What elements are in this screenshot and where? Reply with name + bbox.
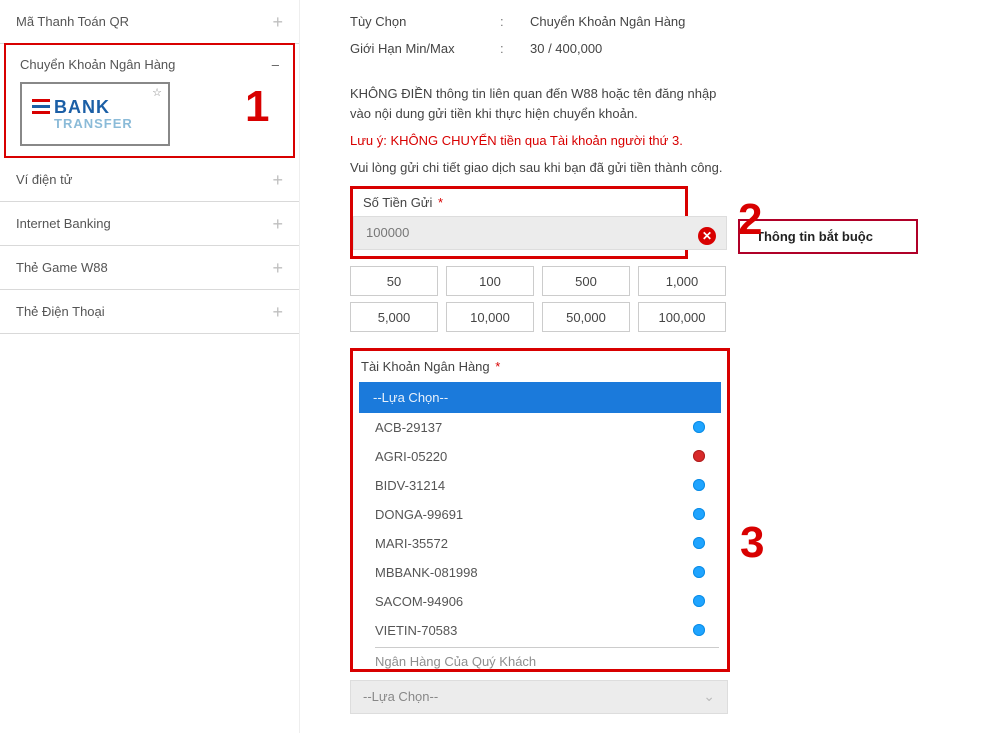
limit-value: 30 / 400,000 xyxy=(530,41,602,56)
sidebar-item-internet-banking[interactable]: Internet Banking + xyxy=(0,202,299,246)
account-selected-option[interactable]: --Lựa Chọn-- xyxy=(359,382,721,413)
sidebar-item-label: Thẻ Điện Thoại xyxy=(16,304,105,319)
quick-amount-button[interactable]: 10,000 xyxy=(446,302,534,332)
amount-input[interactable] xyxy=(353,216,727,250)
account-option-label: MBBANK-081998 xyxy=(375,565,478,580)
quick-amount-button[interactable]: 500 xyxy=(542,266,630,296)
logo-text-1: BANK xyxy=(54,97,110,118)
required-mark: * xyxy=(495,359,500,374)
status-dot-icon xyxy=(693,566,705,578)
sidebar-item-label: Internet Banking xyxy=(16,216,111,231)
account-option[interactable]: DONGA-99691 xyxy=(361,500,719,529)
account-option-label: SACOM-94906 xyxy=(375,594,463,609)
opt-value: Chuyển Khoản Ngân Hàng xyxy=(530,14,685,29)
account-option-label: DONGA-99691 xyxy=(375,507,463,522)
status-dot-icon xyxy=(693,595,705,607)
sidebar-item-label: Mã Thanh Toán QR xyxy=(16,14,129,29)
your-bank-label: Ngân Hàng Của Quý Khách xyxy=(375,647,719,669)
note-info: Vui lòng gửi chi tiết giao dịch sau khi … xyxy=(350,158,740,178)
account-option-label: ACB-29137 xyxy=(375,420,442,435)
account-option-label: MARI-35572 xyxy=(375,536,448,551)
bank-transfer-logo[interactable]: ☆ BANK TRANSFER xyxy=(20,82,170,146)
stripes-icon xyxy=(32,99,50,114)
sidebar-item-ewallet[interactable]: Ví điện tử + xyxy=(0,158,299,202)
account-option[interactable]: MBBANK-081998 xyxy=(361,558,719,587)
your-bank-select[interactable]: --Lựa Chọn-- ⌄ xyxy=(350,680,728,714)
opt-label: Tùy Chọn xyxy=(350,14,500,29)
account-option-label: BIDV-31214 xyxy=(375,478,445,493)
logo-text-2: TRANSFER xyxy=(54,116,133,131)
quick-amount-button[interactable]: 50 xyxy=(350,266,438,296)
note-warning: KHÔNG ĐIỀN thông tin liên quan đến W88 h… xyxy=(350,84,740,123)
account-option-label: AGRI-05220 xyxy=(375,449,447,464)
colon: : xyxy=(500,14,530,29)
sidebar-item-label: Chuyển Khoản Ngân Hàng xyxy=(20,57,175,72)
quick-amount-button[interactable]: 100 xyxy=(446,266,534,296)
account-option[interactable]: BIDV-31214 xyxy=(361,471,719,500)
amount-section: Số Tiền Gửi * xyxy=(350,186,688,259)
account-option[interactable]: AGRI-05220 xyxy=(361,442,719,471)
quick-amount-grid: 50 100 500 1,000 5,000 10,000 50,000 100… xyxy=(350,266,960,332)
account-option[interactable]: MARI-35572 xyxy=(361,529,719,558)
error-tooltip: Thông tin bắt buộc xyxy=(738,219,918,254)
collapse-icon: – xyxy=(272,57,279,72)
status-dot-icon xyxy=(693,479,705,491)
error-icon: ✕ xyxy=(698,227,716,245)
status-dot-icon xyxy=(693,508,705,520)
bank-account-section: Tài Khoản Ngân Hàng * --Lựa Chọn-- ACB-2… xyxy=(350,348,730,672)
account-option[interactable]: SACOM-94906 xyxy=(361,587,719,616)
status-dot-icon xyxy=(693,450,705,462)
colon: : xyxy=(500,41,530,56)
annotation-number-2: 2 xyxy=(738,195,762,245)
account-option[interactable]: VIETIN-70583 xyxy=(361,616,719,645)
sidebar-item-label: Ví điện tử xyxy=(16,172,72,187)
account-option[interactable]: ACB-29137 xyxy=(361,413,719,442)
sidebar-item-phone-card[interactable]: Thẻ Điện Thoại + xyxy=(0,290,299,334)
sidebar-item-label: Thẻ Game W88 xyxy=(16,260,108,275)
quick-amount-button[interactable]: 1,000 xyxy=(638,266,726,296)
status-dot-icon xyxy=(693,537,705,549)
your-bank-value: --Lựa Chọn-- xyxy=(363,689,438,704)
sidebar-item-qr[interactable]: Mã Thanh Toán QR + xyxy=(0,0,299,44)
chevron-down-icon: ⌄ xyxy=(703,688,715,705)
required-mark: * xyxy=(438,195,443,210)
limit-label: Giới Hạn Min/Max xyxy=(350,41,500,56)
amount-label: Số Tiền Gửi xyxy=(363,195,432,210)
annotation-number-1: 1 xyxy=(245,82,269,132)
account-option-label: VIETIN-70583 xyxy=(375,623,457,638)
main-content: Tùy Chọn : Chuyển Khoản Ngân Hàng Giới H… xyxy=(300,0,1000,733)
status-dot-icon xyxy=(693,624,705,636)
quick-amount-button[interactable]: 50,000 xyxy=(542,302,630,332)
quick-amount-button[interactable]: 5,000 xyxy=(350,302,438,332)
status-dot-icon xyxy=(693,421,705,433)
account-label: Tài Khoản Ngân Hàng xyxy=(361,359,490,374)
note-red: Lưu ý: KHÔNG CHUYỂN tiền qua Tài khoản n… xyxy=(350,133,960,148)
sidebar-item-game-card[interactable]: Thẻ Game W88 + xyxy=(0,246,299,290)
quick-amount-button[interactable]: 100,000 xyxy=(638,302,726,332)
annotation-number-3: 3 xyxy=(740,518,764,568)
star-icon: ☆ xyxy=(152,86,162,99)
